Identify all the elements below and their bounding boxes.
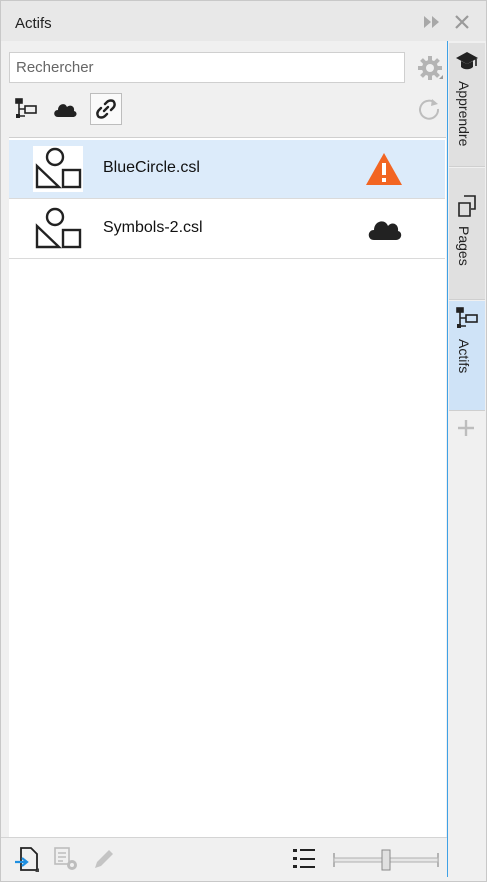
link-filter-button[interactable] <box>90 93 122 125</box>
assets-panel: BlueCircle.csl Symbo <box>1 41 448 878</box>
link-icon <box>96 99 116 119</box>
assets-docker: Actifs Rechercher BlueCircle.csl Symbols… <box>0 0 487 882</box>
list-item[interactable]: Symbols-2.csl <box>9 200 445 259</box>
docker-tab-strip: Apprendre Pages Actifs <box>448 41 486 877</box>
pages-icon <box>455 194 479 218</box>
hierarchy-icon <box>455 307 479 331</box>
tab-actifs[interactable]: Actifs <box>449 301 485 411</box>
list-item[interactable]: BlueCircle.csl <box>9 140 445 199</box>
cloud-icon <box>365 212 403 246</box>
settings-gear-icon[interactable] <box>417 55 443 81</box>
thumbnail-size-slider[interactable] <box>333 849 439 871</box>
hierarchy-view-button[interactable] <box>10 93 42 125</box>
tab-label: Apprendre <box>456 81 472 147</box>
hierarchy-icon <box>15 98 37 118</box>
asset-name: BlueCircle.csl <box>103 159 200 176</box>
add-tab-icon[interactable] <box>456 418 476 438</box>
tab-label: Pages <box>456 226 472 266</box>
asset-list: BlueCircle.csl Symbols-2.csl <box>9 137 446 838</box>
panel-title: Actifs <box>15 15 52 32</box>
search-input[interactable] <box>9 52 405 83</box>
tab-label: Actifs <box>456 339 472 374</box>
list-view-icon[interactable] <box>291 846 317 872</box>
bottom-toolbar <box>1 837 447 878</box>
graduation-cap-icon <box>455 49 479 73</box>
symbol-library-icon <box>33 146 83 192</box>
properties-icon <box>53 846 79 872</box>
edit-pencil-icon <box>91 846 117 872</box>
refresh-icon[interactable] <box>416 96 442 122</box>
symbol-library-icon <box>33 206 83 252</box>
collapse-icon[interactable] <box>422 12 442 32</box>
tab-pages[interactable]: Pages <box>449 168 485 300</box>
close-icon[interactable] <box>452 12 472 32</box>
asset-name: Symbols-2.csl <box>103 219 203 236</box>
warning-icon <box>365 152 403 186</box>
cloud-icon <box>54 104 77 117</box>
import-icon[interactable] <box>13 846 39 872</box>
title-bar: Actifs <box>1 1 486 42</box>
tab-apprendre[interactable]: Apprendre <box>449 43 485 167</box>
cloud-filter-button[interactable] <box>49 93 81 125</box>
